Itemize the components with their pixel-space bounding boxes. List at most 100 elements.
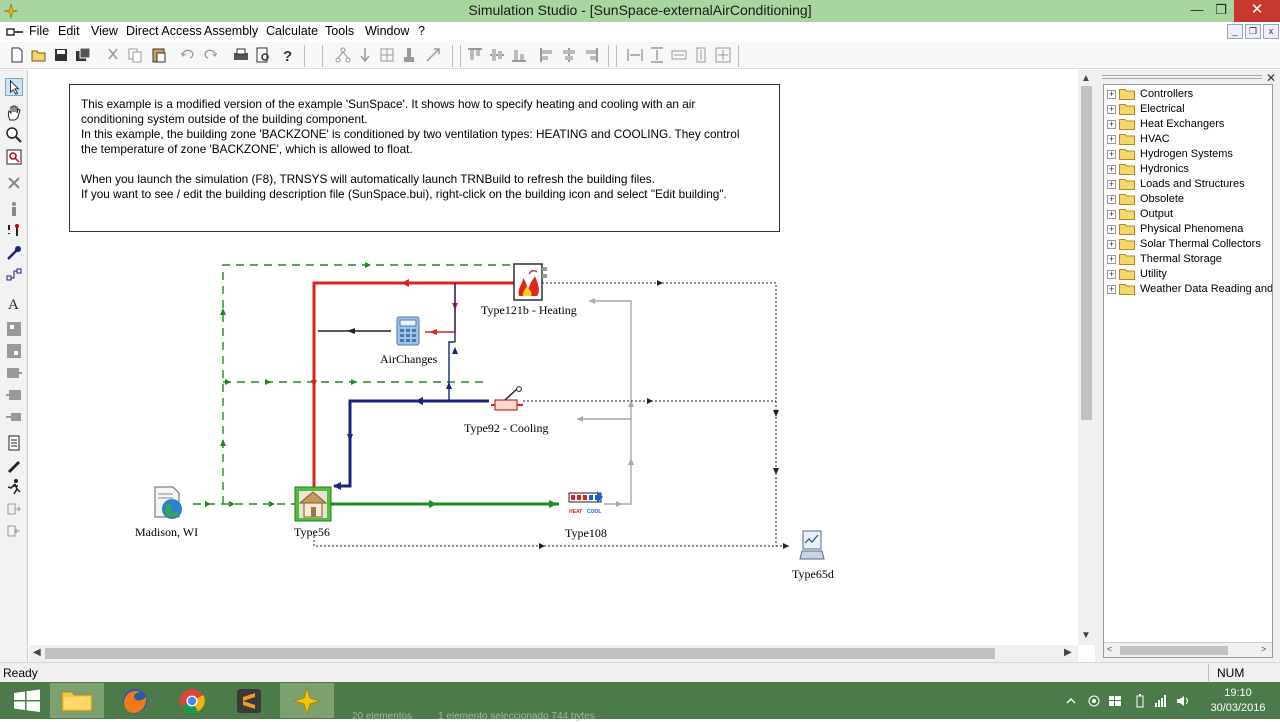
table-icon[interactable] (378, 46, 396, 64)
expand-icon[interactable]: + (1107, 270, 1116, 279)
menu-file[interactable]: File (29, 24, 49, 38)
redo-icon[interactable] (202, 46, 220, 64)
link-tool-icon[interactable] (5, 244, 23, 262)
control-link[interactable] (577, 300, 632, 505)
file-explorer-icon[interactable] (50, 683, 104, 718)
signal-icon[interactable] (1154, 694, 1168, 708)
scroll-right-icon[interactable]: > (1261, 644, 1266, 654)
same-width-icon[interactable] (670, 46, 688, 64)
open-icon[interactable] (30, 46, 48, 64)
delete-icon[interactable] (5, 174, 23, 192)
mdi-minimize-button[interactable]: _ (1227, 24, 1243, 39)
windows-tray-icon[interactable] (1108, 694, 1122, 708)
scroll-down-icon[interactable]: ▼ (1081, 630, 1091, 641)
mdi-close-button[interactable]: x (1263, 24, 1279, 39)
menu-tools[interactable]: Tools (325, 24, 354, 38)
weather-globe-icon[interactable] (149, 484, 187, 522)
expand-icon[interactable]: + (1107, 180, 1116, 189)
expand-icon[interactable]: + (1107, 120, 1116, 129)
energy-meter-icon[interactable] (567, 490, 605, 520)
sublime-text-icon[interactable] (222, 683, 276, 718)
battery-icon[interactable] (1133, 694, 1147, 708)
taskbar-clock[interactable]: 19:10 30/03/2016 (1198, 686, 1278, 716)
pan-hand-icon[interactable] (5, 104, 23, 122)
macro-out-icon[interactable] (5, 386, 23, 404)
menu-view[interactable]: View (91, 24, 118, 38)
library-scroll-thumb[interactable] (1120, 646, 1228, 655)
plugin-icon[interactable] (5, 408, 23, 426)
menu-window[interactable]: Window (365, 24, 409, 38)
expand-icon[interactable]: + (1107, 135, 1116, 144)
airchanges-link[interactable] (318, 328, 391, 334)
align-right-icon[interactable] (582, 46, 600, 64)
save-icon[interactable] (52, 46, 70, 64)
new-icon[interactable] (8, 46, 26, 64)
energy-link[interactable] (329, 500, 559, 508)
panel-close-icon[interactable]: ✕ (1266, 71, 1276, 85)
align-bottom-icon[interactable] (510, 46, 528, 64)
text-tool-icon[interactable]: A (5, 294, 23, 312)
panel-grip[interactable] (1102, 75, 1262, 79)
space-horizontal-icon[interactable] (626, 46, 644, 64)
menu-assembly[interactable]: Assembly (204, 24, 258, 38)
expand-icon[interactable]: + (1107, 195, 1116, 204)
link-icon[interactable] (356, 46, 374, 64)
macro-tool-icon[interactable] (5, 364, 23, 382)
expand-icon[interactable]: + (1107, 105, 1116, 114)
weather-link[interactable] (193, 264, 519, 505)
input-tool-icon[interactable] (5, 522, 23, 540)
simulation-studio-icon[interactable] (280, 683, 334, 718)
restore-button[interactable]: ❐ (1206, 0, 1236, 22)
expand-icon[interactable]: + (1107, 285, 1116, 294)
scroll-right-icon[interactable]: ▶ (1064, 647, 1072, 658)
windows-start-icon[interactable] (0, 683, 54, 718)
expand-icon[interactable]: + (1107, 255, 1116, 264)
same-size-icon[interactable] (714, 46, 732, 64)
select-pointer-icon[interactable] (5, 78, 23, 96)
copy-icon[interactable] (126, 46, 144, 64)
cut-icon[interactable] (104, 46, 122, 64)
run-icon[interactable] (5, 478, 23, 496)
space-vertical-icon[interactable] (648, 46, 666, 64)
heater-icon[interactable] (511, 262, 549, 302)
calculator-icon[interactable] (395, 316, 421, 346)
probe-icon[interactable] (400, 46, 418, 64)
building-icon[interactable] (294, 486, 332, 522)
mdi-restore-button[interactable]: ❐ (1245, 24, 1261, 39)
canvas-horizontal-scrollbar[interactable]: ◀ ▶ (29, 645, 1078, 662)
undo-icon[interactable] (178, 46, 196, 64)
cooling-link[interactable] (334, 283, 489, 488)
ungroup-icon[interactable] (5, 342, 23, 360)
expand-icon[interactable]: + (1107, 90, 1116, 99)
plotter-icon[interactable] (799, 529, 825, 563)
vertical-scroll-thumb[interactable] (1081, 86, 1092, 420)
horizontal-scroll-thumb[interactable] (45, 648, 995, 659)
menu-calculate[interactable]: Calculate (266, 24, 318, 38)
menu-edit[interactable]: Edit (58, 24, 80, 38)
align-top-icon[interactable] (466, 46, 484, 64)
scroll-left-icon[interactable]: ◀ (33, 647, 41, 658)
zoom-icon[interactable] (5, 126, 23, 144)
document-icon[interactable] (5, 434, 23, 452)
help-icon[interactable]: ? (278, 46, 296, 64)
connection-icon[interactable] (5, 222, 23, 240)
align-center-icon[interactable] (560, 46, 578, 64)
info-icon[interactable] (5, 200, 23, 218)
menu-direct-access[interactable]: Direct Access (126, 24, 202, 38)
align-middle-icon[interactable] (488, 46, 506, 64)
macro-icon[interactable] (334, 46, 352, 64)
menu-help[interactable]: ? (418, 24, 425, 38)
expand-icon[interactable]: + (1107, 210, 1116, 219)
assembly-canvas[interactable]: This example is a modified version of th… (29, 70, 1078, 645)
show-hidden-icons-icon[interactable] (1064, 694, 1078, 708)
expand-icon[interactable]: + (1107, 150, 1116, 159)
link-break-icon[interactable] (5, 266, 23, 284)
paste-icon[interactable] (150, 46, 168, 64)
scroll-up-icon[interactable]: ▲ (1081, 73, 1091, 84)
group-icon[interactable] (5, 320, 23, 338)
volume-icon[interactable] (1176, 694, 1190, 708)
chrome-icon[interactable] (165, 683, 219, 718)
save-all-icon[interactable] (74, 46, 92, 64)
canvas-vertical-scrollbar[interactable]: ▲ ▼ (1078, 70, 1095, 645)
zoom-window-icon[interactable] (5, 148, 23, 166)
